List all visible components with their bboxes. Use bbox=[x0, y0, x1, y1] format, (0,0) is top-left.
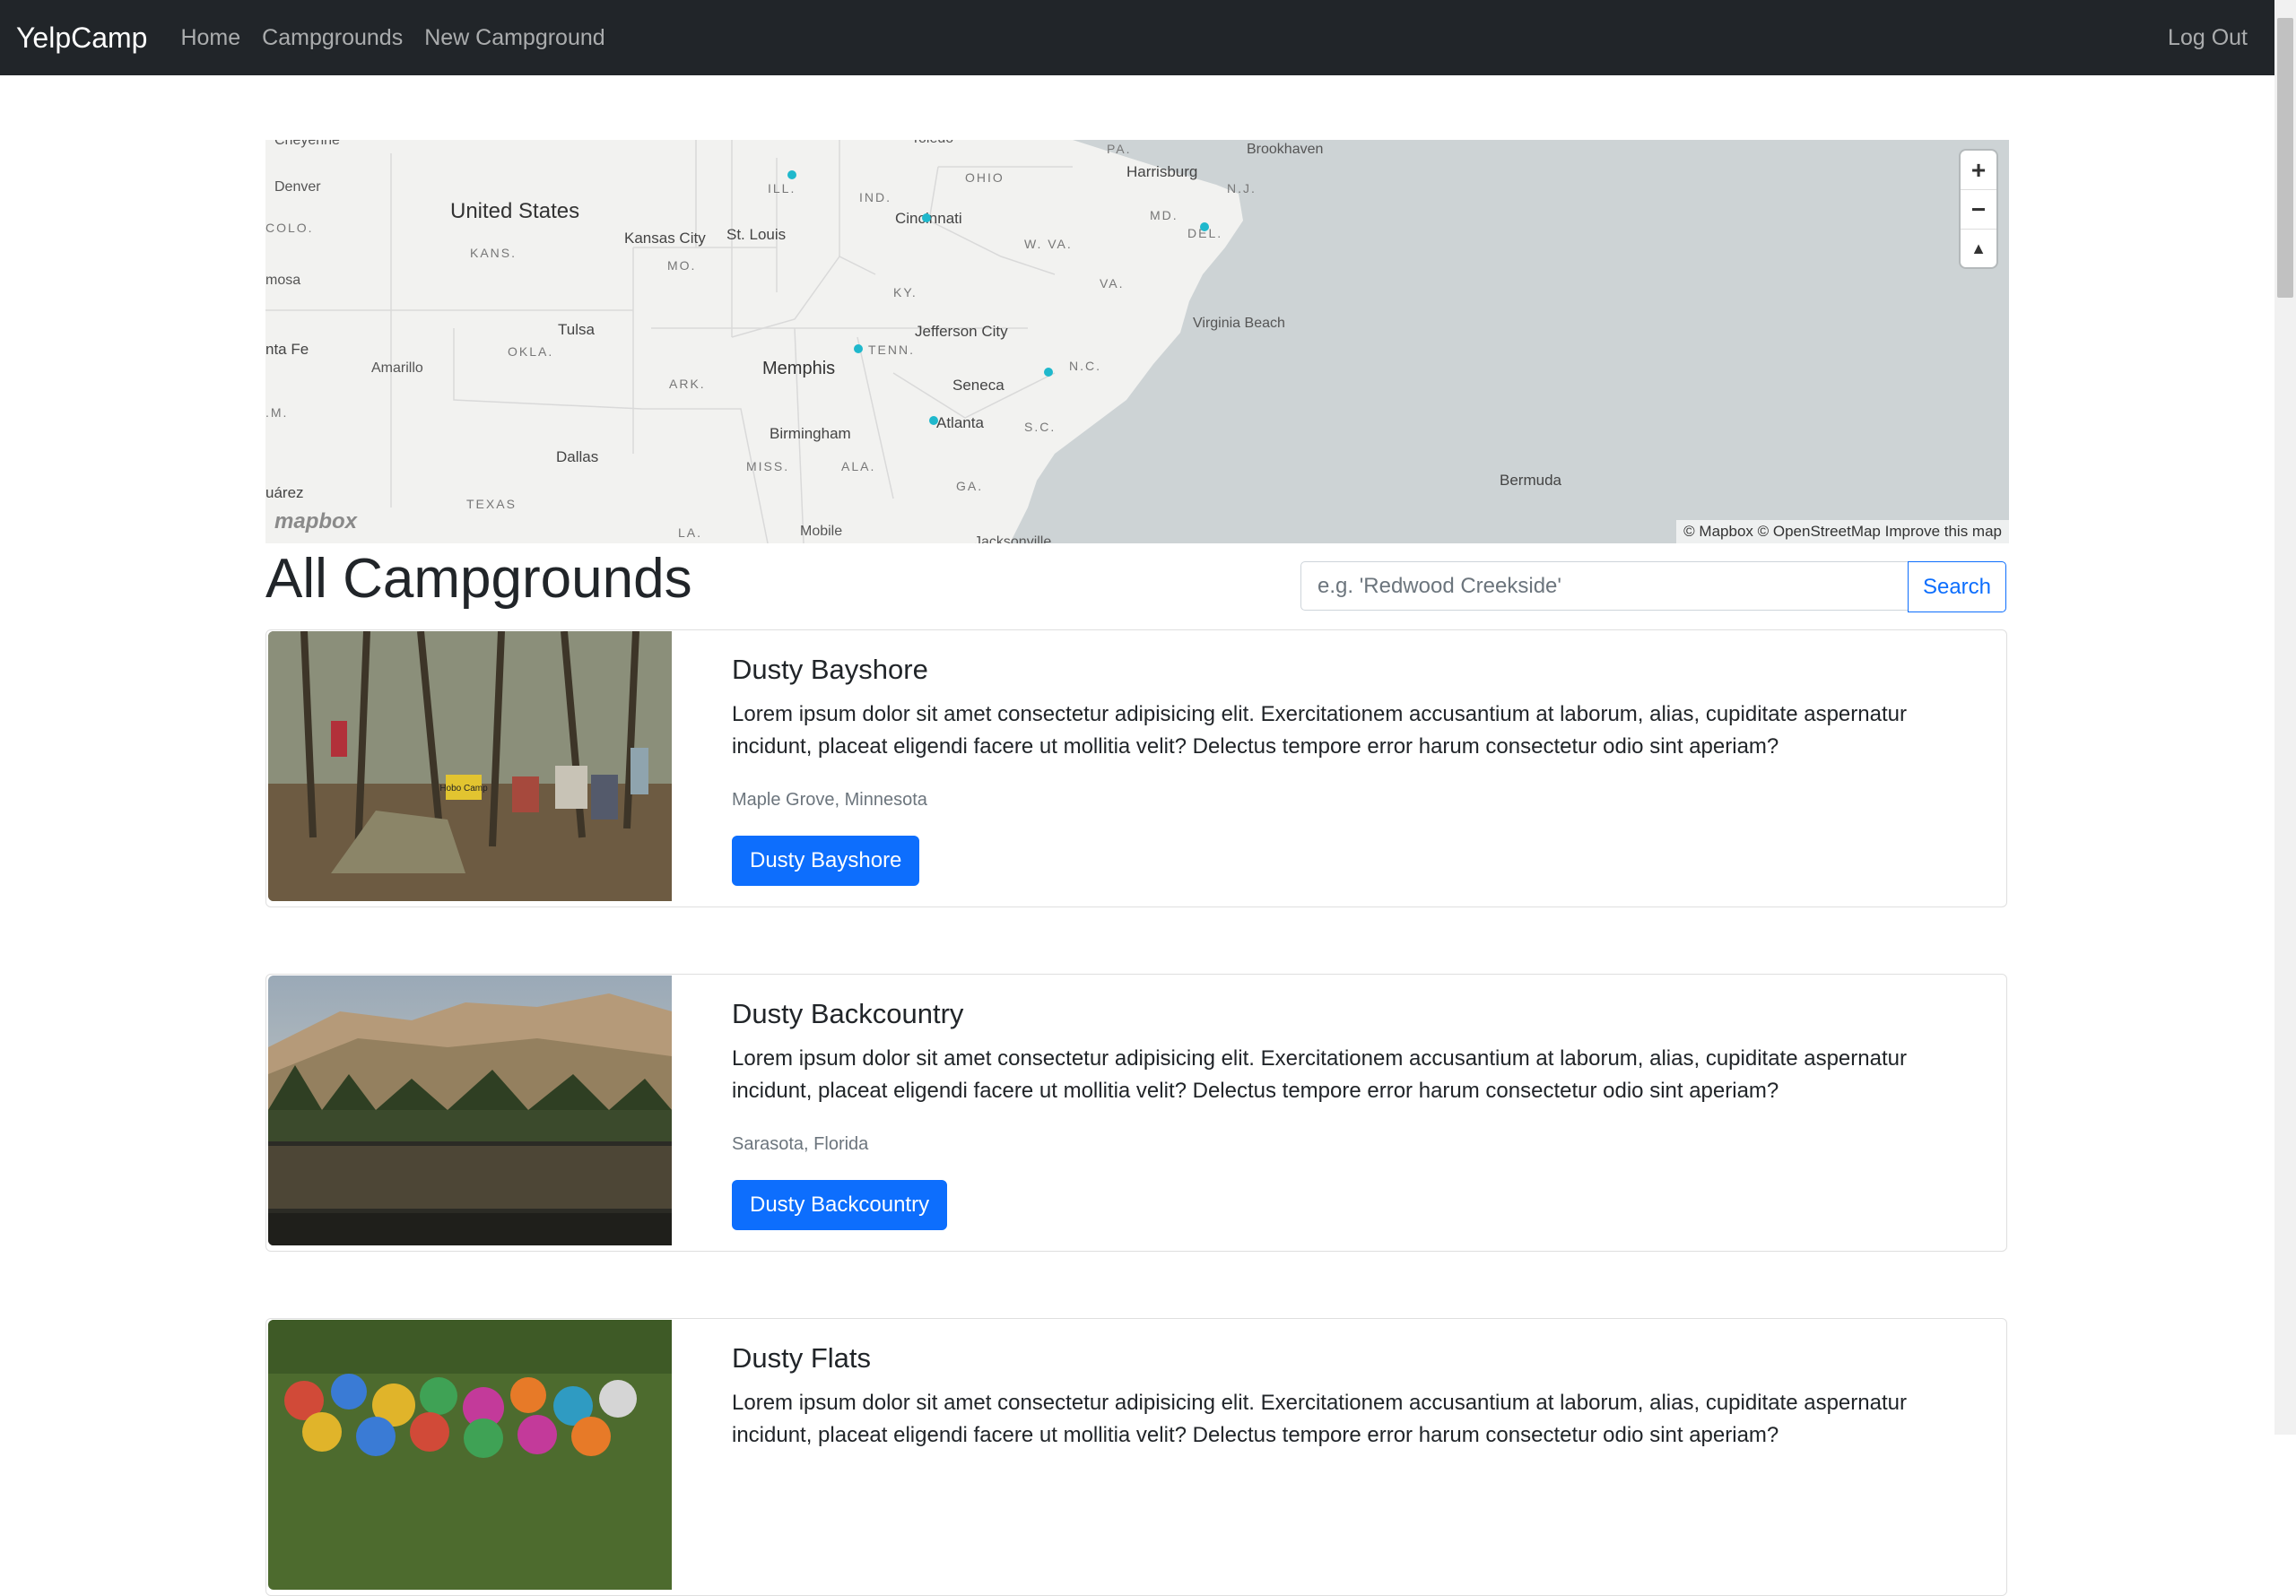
cluster-map[interactable]: United States Denver Cheyenne COLO. KANS… bbox=[265, 140, 2009, 543]
mapbox-logo-text: mapbox bbox=[274, 509, 358, 533]
campground-image: Hobo Camp bbox=[268, 631, 672, 901]
search-button[interactable]: Search bbox=[1908, 561, 2006, 612]
nav-new-campground-link[interactable]: New Campground bbox=[424, 25, 605, 51]
map-label-virginia-beach: Virginia Beach bbox=[1193, 316, 1285, 331]
map-label-sc: S.C. bbox=[1024, 420, 1057, 434]
map-label-atlanta: Atlanta bbox=[936, 414, 984, 431]
map-label-juarez: uárez bbox=[265, 484, 304, 501]
view-campground-button[interactable]: Dusty Bayshore bbox=[732, 836, 920, 886]
map-label-dallas: Dallas bbox=[556, 448, 599, 465]
map-label-colo: COLO. bbox=[265, 221, 314, 235]
map-label-st-louis: St. Louis bbox=[726, 226, 787, 243]
hobo-camp-sign: Hobo Camp bbox=[439, 784, 488, 794]
map-label-mobile: Mobile bbox=[800, 524, 843, 539]
campground-card: Dusty Backcountry Lorem ipsum dolor sit … bbox=[265, 974, 2007, 1252]
map-label-pa: PA. bbox=[1107, 142, 1132, 156]
logout-link[interactable]: Log Out bbox=[2168, 25, 2248, 51]
map-navigation-control: + − ▲ bbox=[1961, 151, 1996, 267]
map-label-jefferson-city: Jefferson City bbox=[915, 323, 1008, 340]
campground-location: Sarasota, Florida bbox=[732, 1134, 869, 1154]
zoom-in-button[interactable]: + bbox=[1961, 151, 1996, 190]
map-marker[interactable] bbox=[854, 344, 863, 353]
map-label-toledo: Toledo bbox=[911, 140, 953, 147]
map-label-bermuda: Bermuda bbox=[1500, 472, 1561, 489]
campground-title: Dusty Flats bbox=[732, 1342, 872, 1374]
map-label-nc: N.C. bbox=[1069, 359, 1101, 373]
map-label-mo: MO. bbox=[667, 258, 697, 273]
map-attribution[interactable]: © Mapbox © OpenStreetMap Improve this ma… bbox=[1676, 520, 2009, 543]
map-label-nm: .M. bbox=[265, 405, 289, 420]
campground-description: Lorem ipsum dolor sit amet consectetur a… bbox=[732, 702, 1907, 759]
campground-title: Dusty Bayshore bbox=[732, 654, 928, 685]
map-label-brookhaven: Brookhaven bbox=[1247, 142, 1324, 157]
map-label-ga: GA. bbox=[956, 479, 984, 493]
map-marker[interactable] bbox=[787, 170, 796, 179]
map-marker[interactable] bbox=[929, 416, 938, 425]
compass-reset-button[interactable]: ▲ bbox=[1961, 230, 1996, 268]
map-label-wva: W. VA. bbox=[1024, 237, 1073, 251]
state-borders bbox=[265, 140, 1073, 543]
map-label-kans: KANS. bbox=[470, 246, 517, 260]
map-label-harrisburg: Harrisburg bbox=[1126, 163, 1198, 180]
map-label-birmingham: Birmingham bbox=[770, 425, 851, 442]
map-label-ohio: OHIO bbox=[965, 170, 1004, 185]
map-label-seneca: Seneca bbox=[952, 377, 1004, 394]
map-label-ind: IND. bbox=[859, 190, 891, 204]
campground-description: Lorem ipsum dolor sit amet consectetur a… bbox=[732, 1046, 1907, 1103]
map-label-memphis: Memphis bbox=[762, 359, 836, 378]
campground-location: Maple Grove, Minnesota bbox=[732, 790, 927, 810]
nav-campgrounds-link[interactable]: Campgrounds bbox=[262, 25, 403, 51]
map-label-united-states: United States bbox=[450, 199, 580, 223]
map-marker[interactable] bbox=[1200, 222, 1209, 231]
search-input[interactable] bbox=[1300, 561, 1909, 611]
map-label-jacksonville: Jacksonville bbox=[974, 534, 1052, 543]
map-label-santa-fe: nta Fe bbox=[265, 341, 309, 358]
zoom-out-button[interactable]: − bbox=[1961, 190, 1996, 230]
page-scrollbar[interactable] bbox=[2274, 0, 2296, 1435]
map-marker[interactable] bbox=[1044, 368, 1053, 377]
map-label-tulsa: Tulsa bbox=[558, 321, 595, 338]
nav-home-link[interactable]: Home bbox=[180, 25, 240, 51]
campground-image bbox=[268, 976, 672, 1245]
campground-title: Dusty Backcountry bbox=[732, 998, 964, 1029]
map-label-la: LA. bbox=[678, 525, 703, 540]
map-label-texas: TEXAS bbox=[466, 497, 517, 511]
map-label-mosa: mosa bbox=[265, 273, 301, 288]
map-label-md: MD. bbox=[1150, 208, 1178, 222]
map-label-ky: KY. bbox=[893, 285, 918, 299]
campground-description: Lorem ipsum dolor sit amet consectetur a… bbox=[732, 1391, 1907, 1447]
map-label-ala: ALA. bbox=[841, 459, 876, 473]
navbar: YelpCamp Home Campgrounds New Campground… bbox=[0, 0, 2274, 75]
map-marker[interactable] bbox=[922, 213, 931, 222]
map-label-cheyenne: Cheyenne bbox=[274, 140, 340, 148]
map-label-tenn: TENN. bbox=[868, 343, 915, 357]
page-title: All Campgrounds bbox=[265, 548, 692, 610]
map-label-denver: Denver bbox=[274, 179, 321, 195]
campground-card: Dusty Flats Lorem ipsum dolor sit amet c… bbox=[265, 1318, 2007, 1596]
map-label-kansas-city: Kansas City bbox=[624, 230, 706, 247]
map-label-ark: ARK. bbox=[669, 377, 706, 391]
campground-card: Hobo Camp Dusty Bayshore Lorem ipsum dol… bbox=[265, 629, 2007, 907]
map-label-nj: N.J. bbox=[1227, 181, 1257, 195]
mapbox-logo[interactable]: mapbox bbox=[274, 509, 357, 534]
map-label-va: VA. bbox=[1100, 276, 1125, 291]
campground-image bbox=[268, 1320, 672, 1590]
view-campground-button[interactable]: Dusty Backcountry bbox=[732, 1180, 948, 1230]
map-label-amarillo: Amarillo bbox=[371, 360, 423, 376]
search-form: Search bbox=[1300, 561, 2006, 612]
map-label-ill: ILL. bbox=[768, 181, 796, 195]
map-label-miss: MISS. bbox=[746, 459, 790, 473]
brand-link[interactable]: YelpCamp bbox=[16, 22, 147, 55]
scrollbar-thumb[interactable] bbox=[2277, 18, 2293, 298]
map-label-okla: OKLA. bbox=[508, 344, 554, 359]
